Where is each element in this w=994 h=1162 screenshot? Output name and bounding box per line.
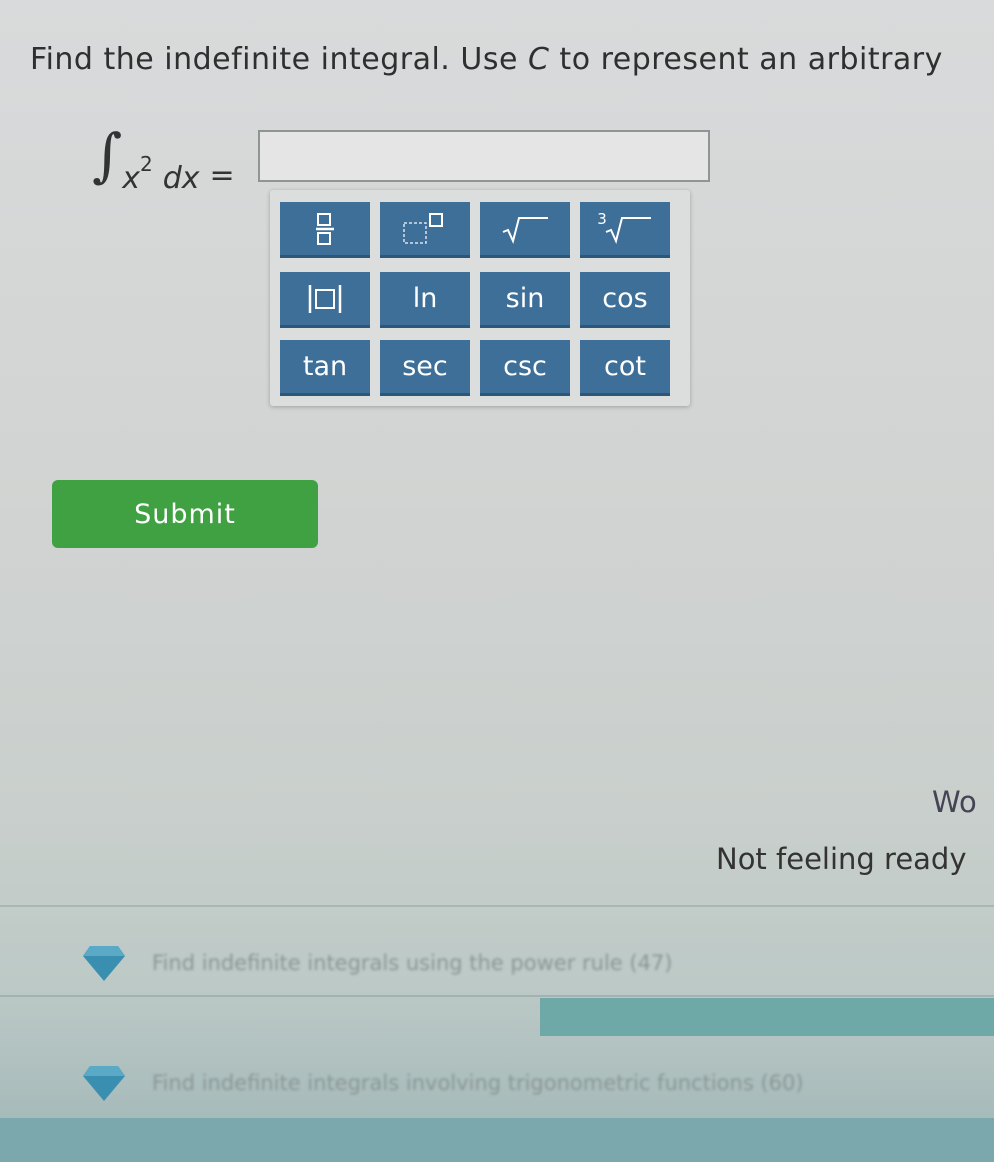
- skill-link-power-rule[interactable]: Find indefinite integrals using the powe…: [82, 944, 672, 982]
- csc-button[interactable]: csc: [480, 340, 570, 396]
- divider: [0, 995, 994, 997]
- differential: dx: [162, 161, 200, 196]
- integrand-exponent: 2: [139, 152, 153, 176]
- integral-sign: ∫: [92, 121, 123, 189]
- skill-link-text: Find indefinite integrals using the powe…: [152, 951, 673, 975]
- gem-icon: [83, 946, 125, 981]
- sec-button[interactable]: sec: [380, 340, 470, 396]
- integrand-base: x: [122, 161, 140, 196]
- answer-input[interactable]: [258, 130, 710, 182]
- cube-root-button[interactable]: 3: [580, 202, 670, 258]
- integrand: x2 dx: [122, 152, 200, 196]
- cot-button[interactable]: cot: [580, 340, 670, 396]
- decorative-band: [540, 998, 994, 1036]
- cos-button[interactable]: cos: [580, 272, 670, 328]
- question-constant: C: [527, 42, 550, 77]
- submit-button[interactable]: Submit: [52, 480, 318, 548]
- integral-expression: ∫ x2 dx =: [92, 126, 235, 196]
- question-prefix: Find the indefinite integral. Use: [30, 42, 528, 77]
- tan-button[interactable]: tan: [280, 340, 370, 396]
- sin-button[interactable]: sin: [480, 272, 570, 328]
- cube-root-index: 3: [597, 209, 607, 228]
- equals-sign: =: [209, 158, 235, 193]
- skill-link-trig[interactable]: Find indefinite integrals involving trig…: [82, 1064, 804, 1102]
- exponent-button[interactable]: [380, 202, 470, 258]
- side-heading: Wo: [932, 785, 977, 819]
- absolute-value-icon: [308, 284, 342, 313]
- divider: [0, 905, 994, 907]
- fraction-icon: [316, 212, 334, 245]
- ln-button[interactable]: ln: [380, 272, 470, 328]
- question-text: Find the indefinite integral. Use C to r…: [30, 42, 943, 77]
- skill-link-text: Find indefinite integrals involving trig…: [152, 1071, 804, 1095]
- math-keypad: 3 ln sin cos tan sec csc cot: [270, 190, 690, 406]
- decorative-band: [0, 1118, 994, 1162]
- absolute-value-button[interactable]: [280, 272, 370, 328]
- gem-icon: [83, 1066, 125, 1101]
- square-root-icon: [502, 216, 548, 244]
- exponent-icon: [403, 212, 443, 244]
- cube-root-icon: [605, 216, 651, 244]
- question-suffix: to represent an arbitrary: [549, 42, 943, 77]
- not-ready-heading: Not feeling ready: [716, 842, 967, 876]
- fraction-button[interactable]: [280, 202, 370, 258]
- square-root-button[interactable]: [480, 202, 570, 258]
